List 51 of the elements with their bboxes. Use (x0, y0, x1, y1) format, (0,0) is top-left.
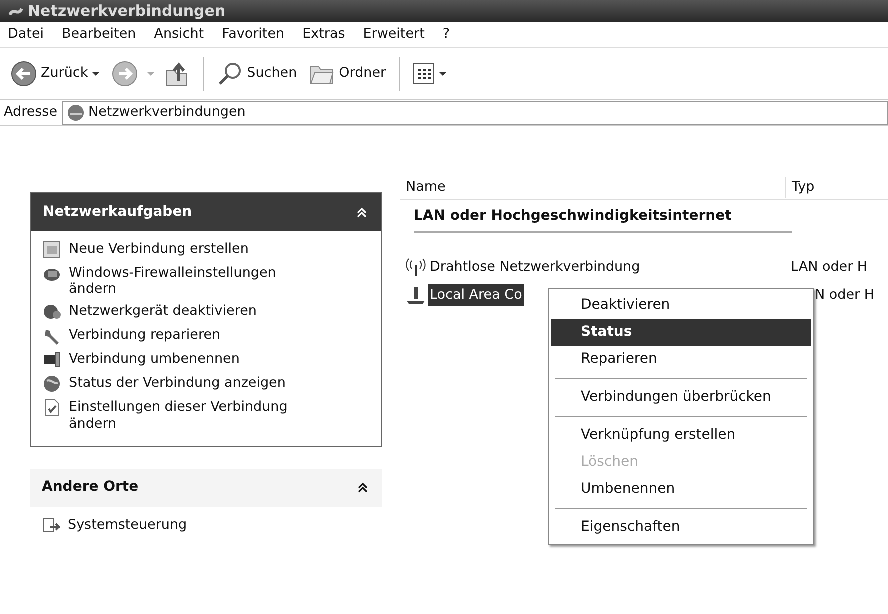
back-button[interactable]: Zurück (8, 58, 104, 88)
menu-item[interactable]: Verknüpfung erstellen (551, 422, 811, 449)
monitor-icon (43, 351, 61, 370)
menu-item[interactable]: Deaktivieren (551, 292, 811, 319)
panel-header[interactable]: Andere Orte (30, 468, 382, 507)
column-header[interactable]: Name (400, 177, 785, 198)
menu-item[interactable]: Eigenschaften (551, 514, 811, 541)
task-link[interactable]: Einstellungen dieser Verbindung ändern (69, 399, 319, 432)
group-heading: LAN oder Hochgeschwindigkeitsinternet (414, 206, 792, 233)
type-cell-text: LAN oder H (790, 258, 868, 277)
menu-item[interactable]: Reparieren (551, 346, 811, 373)
menu-item[interactable]: Bearbeiten (62, 24, 136, 45)
menu-item[interactable]: Extras (302, 24, 346, 45)
antenna-icon (406, 258, 426, 276)
search-icon (217, 60, 244, 86)
task-link[interactable]: Verbindung umbenennen (69, 351, 240, 368)
menu-item[interactable]: Favoriten (222, 24, 285, 45)
column-header[interactable]: Typ (785, 177, 815, 198)
address-label: Adresse (4, 103, 58, 122)
document-check-icon (43, 399, 61, 418)
folder-up-icon (164, 60, 190, 86)
task-link[interactable]: Neue Verbindung erstellen (69, 241, 249, 258)
file-name[interactable]: Local Area Co (428, 284, 524, 306)
task-link[interactable]: Netzwerkgerät deaktivieren (69, 303, 257, 320)
menu-item[interactable]: Verbindungen überbrücken (551, 384, 811, 411)
menu-item[interactable]: Status (551, 319, 811, 346)
view-grid-icon (413, 62, 436, 86)
control-panel-icon (42, 516, 60, 535)
collapse-icon (357, 206, 367, 218)
network-plug-icon (406, 285, 426, 305)
task-link[interactable]: Verbindung reparieren (69, 327, 221, 344)
window-title: Netzwerkverbindungen (28, 0, 226, 22)
menu-item[interactable]: Umbenennen (551, 476, 811, 503)
menu-item[interactable]: ? (442, 24, 450, 45)
panel-header[interactable]: Netzwerkaufgaben (31, 193, 381, 231)
search-button[interactable]: Suchen (214, 58, 300, 88)
caret-icon (439, 72, 448, 76)
menu-item[interactable]: Ansicht (154, 24, 204, 45)
folders-button[interactable]: Ordner (306, 58, 390, 88)
caret-icon (92, 72, 100, 76)
task-link[interactable]: Status der Verbindung anzeigen (69, 375, 286, 392)
address-field[interactable]: Netzwerkverbindungen (62, 100, 888, 124)
connection-wizard-icon (43, 241, 61, 259)
collapse-icon (358, 482, 368, 494)
task-link[interactable]: Systemsteuerung (68, 516, 188, 533)
menu-item[interactable]: Erweitert (363, 24, 425, 45)
file-name[interactable]: Drahtlose Netzwerkverbindung (428, 256, 642, 278)
task-link[interactable]: Windows-Firewalleinstellungen ändern (69, 265, 319, 298)
type-cell-text: N oder H (814, 286, 875, 305)
menu-item[interactable]: Datei (8, 24, 44, 45)
wrench-icon (43, 327, 61, 346)
